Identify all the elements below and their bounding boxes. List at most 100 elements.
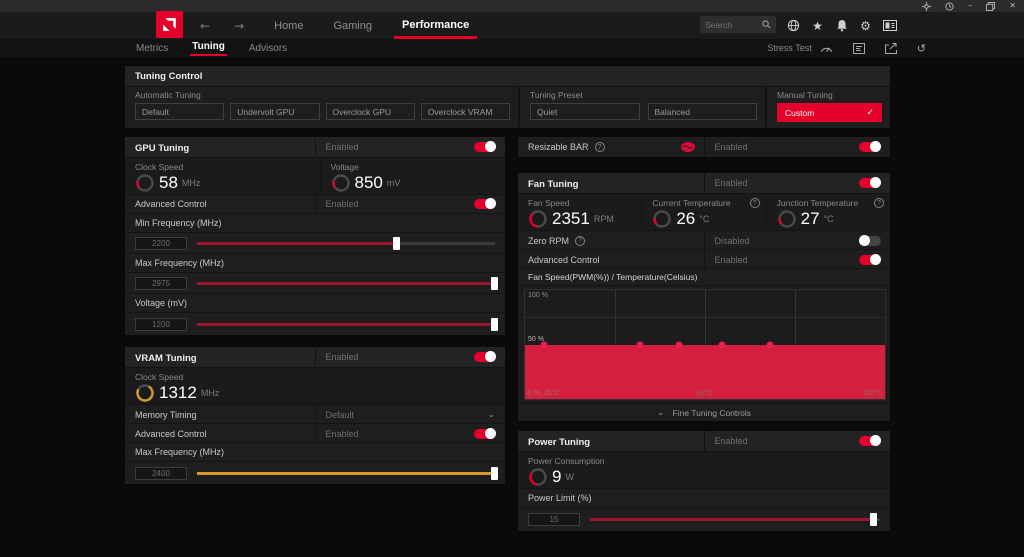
profile-load-icon[interactable]	[853, 43, 865, 54]
settings-gear-icon[interactable]	[922, 2, 931, 11]
gpu-voltage-label: Voltage	[331, 162, 401, 172]
voltage-mv-input[interactable]	[135, 318, 187, 331]
gpu-tuning-toggle[interactable]	[474, 142, 496, 152]
vram-advanced-toggle[interactable]	[474, 429, 496, 439]
automatic-tuning-label: Automatic Tuning	[135, 90, 510, 100]
main-navbar: ← → Home Gaming Performance ★ ⚙	[0, 12, 1024, 39]
button-balanced[interactable]: Balanced	[648, 103, 758, 120]
button-custom[interactable]: Custom ✓	[777, 103, 882, 122]
nav-tab-performance[interactable]: Performance	[394, 13, 477, 38]
forward-icon[interactable]: →	[234, 19, 244, 33]
button-overclock-gpu[interactable]: Overclock GPU	[326, 103, 415, 120]
back-icon[interactable]: ←	[200, 19, 210, 33]
navbar-icons: ★ ⚙	[786, 12, 897, 39]
export-profile-icon[interactable]	[885, 43, 897, 54]
fan-curve-point[interactable]	[541, 341, 548, 348]
tuning-control-panel: Tuning Control Automatic Tuning Default …	[125, 66, 890, 128]
zero-rpm-toggle[interactable]	[859, 236, 881, 246]
button-overclock-vram[interactable]: Overclock VRAM	[421, 103, 510, 120]
smart-access-memory-badge-icon	[680, 141, 696, 153]
memory-timing-value: Default	[316, 410, 488, 420]
help-icon[interactable]: ?	[575, 236, 585, 246]
search-box[interactable]	[700, 16, 776, 33]
gpu-clock-stat: Clock Speed 58 MHz	[125, 158, 320, 194]
vram-max-frequency-slider[interactable]	[197, 467, 495, 480]
power-tuning-title: Power Tuning	[518, 437, 590, 448]
slider-handle[interactable]	[393, 237, 400, 250]
power-tuning-header: Power Tuning Enabled	[518, 431, 890, 452]
gpu-advanced-toggle[interactable]	[474, 199, 496, 209]
slider-handle[interactable]	[491, 467, 498, 480]
nav-tab-gaming[interactable]: Gaming	[333, 20, 372, 32]
max-frequency-label: Max Frequency (MHz)	[125, 258, 224, 268]
fan-advanced-toggle[interactable]	[859, 255, 881, 265]
max-frequency-slider[interactable]	[197, 277, 495, 290]
fan-curve-point[interactable]	[766, 341, 773, 348]
vram-clock-gauge-icon	[135, 383, 155, 403]
toggle-knob	[485, 198, 496, 209]
restore-icon[interactable]	[986, 2, 995, 11]
vram-clock-value: 1312	[159, 383, 197, 403]
subtab-tuning[interactable]: Tuning	[192, 41, 225, 55]
button-quiet[interactable]: Quiet	[530, 103, 640, 120]
voltage-mv-label: Voltage (mV)	[125, 298, 187, 308]
vram-advanced-state: Enabled	[316, 429, 475, 439]
subtab-advisors[interactable]: Advisors	[249, 43, 287, 54]
help-icon[interactable]: ?	[750, 198, 760, 208]
fan-speed-stat: Fan Speed 2351 RPM	[518, 194, 641, 230]
notifications-bell-icon[interactable]	[834, 18, 849, 33]
help-icon[interactable]: ?	[595, 142, 605, 152]
fan-curve-point[interactable]	[637, 341, 644, 348]
slider-handle[interactable]	[491, 318, 498, 331]
titlebar: – ✕	[0, 0, 1024, 12]
resizable-bar-label: Resizable BAR	[518, 142, 589, 152]
button-default[interactable]: Default	[135, 103, 224, 120]
memory-timing-select[interactable]: Default ⌄	[315, 405, 506, 424]
voltage-mv-slider[interactable]	[197, 318, 495, 331]
performance-subnav: Metrics Tuning Advisors Stress Test ↺	[0, 39, 1024, 57]
max-frequency-input[interactable]	[135, 277, 187, 290]
amd-logo[interactable]	[156, 11, 183, 38]
vram-tuning-panel: VRAM Tuning Enabled Clock Speed 1312 MHz…	[125, 347, 505, 480]
favorites-star-icon[interactable]: ★	[810, 18, 825, 33]
min-frequency-input[interactable]	[135, 237, 187, 250]
vram-tuning-toggle[interactable]	[474, 352, 496, 362]
help-icon[interactable]: ?	[874, 198, 884, 208]
zero-rpm-state: Disabled	[705, 236, 860, 246]
fan-chart-title-row: Fan Speed(PWM(%)) / Temperature(Celsius)	[518, 269, 890, 286]
power-tuning-toggle[interactable]	[859, 436, 881, 446]
slider-handle[interactable]	[491, 277, 498, 290]
gpu-tuning-header: GPU Tuning Enabled	[125, 137, 505, 158]
minimize-icon[interactable]: –	[968, 2, 972, 10]
power-limit-input[interactable]	[528, 513, 580, 526]
close-icon[interactable]: ✕	[1009, 2, 1016, 10]
vram-advanced-label: Advanced Control	[125, 429, 207, 439]
reset-icon[interactable]: ↺	[917, 42, 926, 55]
fan-curve-point[interactable]	[718, 341, 725, 348]
stress-test-gauge-icon[interactable]	[820, 43, 833, 53]
power-tuning-panel: Power Tuning Enabled Power Consumption 9…	[518, 431, 890, 528]
chevron-down-icon: ⌄	[657, 408, 665, 418]
globe-icon[interactable]	[786, 18, 801, 33]
vram-clock-unit: MHz	[201, 388, 220, 398]
nav-tab-home[interactable]: Home	[274, 20, 303, 32]
fan-tuning-toggle[interactable]	[859, 178, 881, 188]
fan-curve-plot[interactable]: 100 % 50 % 0 %, 25°C 62°C 100°C	[524, 289, 886, 400]
slider-handle[interactable]	[870, 513, 877, 526]
button-undervolt-gpu[interactable]: Undervolt GPU	[230, 103, 319, 120]
power-limit-slider[interactable]	[590, 513, 880, 526]
y-axis-label-top: 100 %	[528, 292, 548, 299]
settings-icon[interactable]: ⚙	[858, 18, 873, 33]
current-temp-value: 26	[676, 209, 695, 229]
subtab-metrics[interactable]: Metrics	[136, 43, 168, 54]
resizable-bar-toggle[interactable]	[859, 142, 881, 152]
min-frequency-slider[interactable]	[197, 237, 495, 250]
fine-tuning-controls[interactable]: ⌄ Fine Tuning Controls	[518, 404, 890, 421]
fan-speed-value: 2351	[552, 209, 590, 229]
fan-curve-point[interactable]	[675, 341, 682, 348]
search-input[interactable]	[705, 20, 762, 30]
junction-temp-stat: Junction Temperature 27 °C ?	[766, 194, 890, 230]
feed-icon[interactable]	[882, 18, 897, 33]
clock-icon[interactable]	[945, 2, 954, 11]
vram-max-frequency-input[interactable]	[135, 467, 187, 480]
